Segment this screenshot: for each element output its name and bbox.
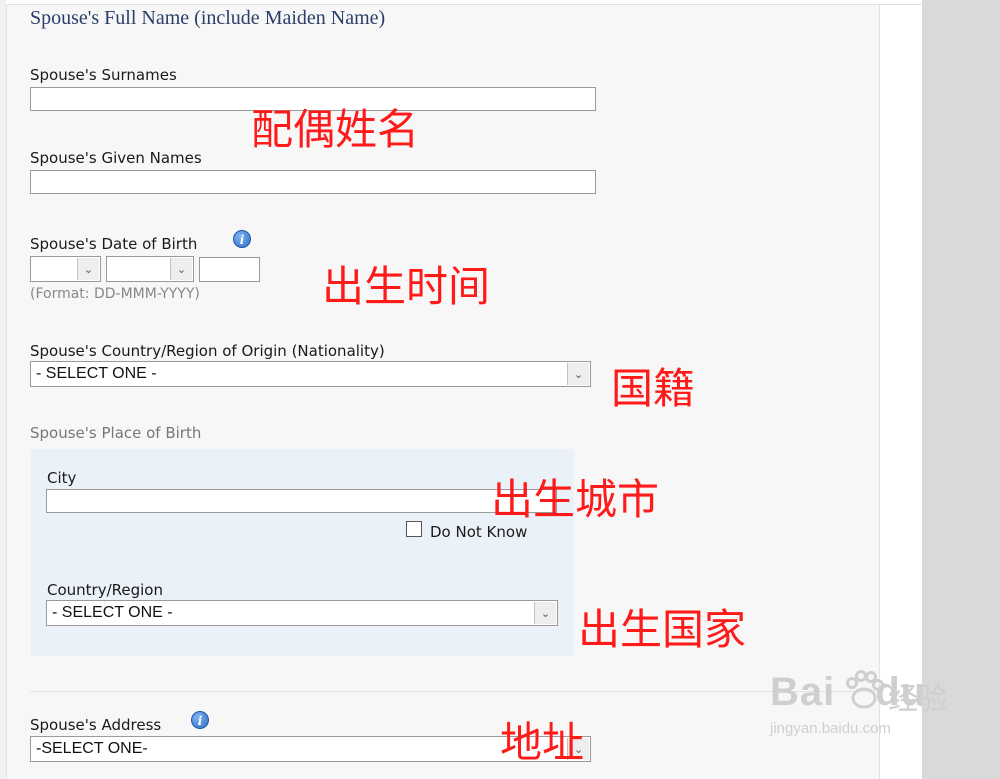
country-label: Country/Region	[47, 581, 163, 599]
chevron-down-icon: ⌄	[567, 363, 589, 385]
annotation-name: 配偶姓名	[251, 105, 420, 154]
watermark-brand-cn: 经验	[888, 683, 948, 716]
baidu-watermark: Bai du 经验 jingyan.baidu.com	[770, 670, 948, 737]
address-label: Spouse's Address	[30, 716, 162, 734]
annotation-address: 地址	[500, 718, 585, 767]
dob-label: Spouse's Date of Birth	[30, 235, 198, 253]
do-not-know-checkbox[interactable]	[406, 521, 422, 537]
watermark-url: jingyan.baidu.com	[770, 720, 891, 737]
chevron-down-icon: ⌄	[170, 258, 192, 280]
address-selected: -SELECT ONE-	[36, 740, 148, 757]
dob-day-select[interactable]: ⌄	[30, 256, 101, 282]
paw-icon	[846, 670, 884, 709]
dob-month-select[interactable]: ⌄	[106, 256, 194, 282]
dob-info-icon[interactable]: i	[233, 230, 251, 248]
place-of-birth-label: Spouse's Place of Birth	[30, 424, 202, 442]
given-names-input[interactable]	[30, 170, 596, 194]
annotation-nationality: 国籍	[611, 364, 696, 413]
nationality-selected: - SELECT ONE -	[36, 365, 157, 382]
given-names-label: Spouse's Given Names	[30, 149, 202, 167]
right-gutter	[922, 0, 1000, 779]
watermark-brand-left: Bai	[770, 670, 836, 714]
address-info-icon[interactable]: i	[191, 711, 209, 729]
form-panel	[6, 5, 880, 779]
section-divider	[30, 691, 875, 692]
do-not-know-label[interactable]: Do Not Know	[430, 523, 527, 541]
chevron-down-icon: ⌄	[534, 602, 556, 624]
annotation-dob: 出生时间	[322, 262, 491, 311]
country-selected: - SELECT ONE -	[52, 604, 173, 621]
nationality-select[interactable]: - SELECT ONE - ⌄	[30, 361, 591, 387]
country-select[interactable]: - SELECT ONE - ⌄	[46, 600, 558, 626]
annotation-country: 出生国家	[578, 605, 747, 654]
surnames-label: Spouse's Surnames	[30, 66, 177, 84]
dob-year-input[interactable]	[199, 257, 260, 282]
city-input[interactable]	[46, 489, 557, 513]
section-title: Spouse's Full Name (include Maiden Name)	[30, 7, 386, 29]
chevron-down-icon: ⌄	[77, 258, 99, 280]
dob-format-hint: (Format: DD-MMM-YYYY)	[30, 286, 200, 302]
city-label: City	[47, 469, 77, 487]
nationality-label: Spouse's Country/Region of Origin (Natio…	[30, 342, 385, 360]
annotation-city: 出生城市	[491, 475, 660, 524]
